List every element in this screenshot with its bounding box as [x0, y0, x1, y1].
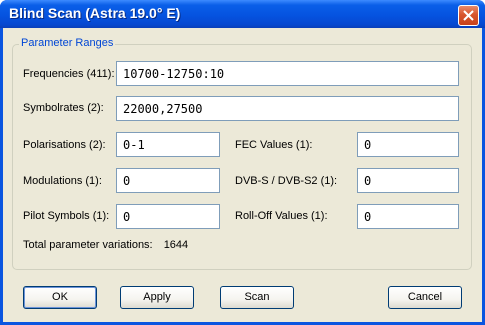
- pilot-symbols-input[interactable]: 0: [116, 204, 220, 229]
- modulations-input[interactable]: 0: [116, 168, 220, 193]
- ok-button[interactable]: OK: [23, 286, 97, 309]
- modulations-label: Modulations (1):: [23, 175, 102, 187]
- group-legend: Parameter Ranges: [19, 37, 116, 49]
- frequencies-label: Frequencies (411):: [23, 68, 115, 80]
- dvbs-input[interactable]: 0: [357, 168, 459, 193]
- close-button[interactable]: [458, 5, 479, 26]
- frequencies-input[interactable]: 10700-12750:10: [116, 61, 459, 86]
- window-title: Blind Scan (Astra 19.0° E): [9, 5, 181, 21]
- dialog-window: Blind Scan (Astra 19.0° E) Parameter Ran…: [0, 0, 485, 325]
- scan-button[interactable]: Scan: [220, 286, 294, 309]
- symbolrates-input[interactable]: 22000,27500: [116, 96, 459, 121]
- fec-values-label: FEC Values (1):: [235, 139, 313, 151]
- pilot-symbols-label: Pilot Symbols (1):: [23, 210, 110, 222]
- apply-button[interactable]: Apply: [120, 286, 194, 309]
- title-bar[interactable]: Blind Scan (Astra 19.0° E): [0, 0, 485, 28]
- fec-values-input[interactable]: 0: [357, 132, 459, 157]
- polarisations-input[interactable]: 0-1: [116, 132, 220, 157]
- rolloff-input[interactable]: 0: [357, 204, 459, 229]
- total-variations-value: 1644: [163, 239, 189, 251]
- dvbs-label: DVB-S / DVB-S2 (1):: [235, 175, 338, 187]
- dialog-client-area: Parameter Ranges Frequencies (411): 1070…: [3, 28, 482, 322]
- total-variations: Total parameter variations: 1644: [23, 239, 188, 251]
- close-icon: [463, 10, 474, 21]
- total-variations-label: Total parameter variations:: [23, 239, 153, 251]
- cancel-button[interactable]: Cancel: [388, 286, 462, 309]
- rolloff-label: Roll-Off Values (1):: [235, 210, 328, 222]
- symbolrates-label: Symbolrates (2):: [23, 102, 104, 114]
- polarisations-label: Polarisations (2):: [23, 139, 106, 151]
